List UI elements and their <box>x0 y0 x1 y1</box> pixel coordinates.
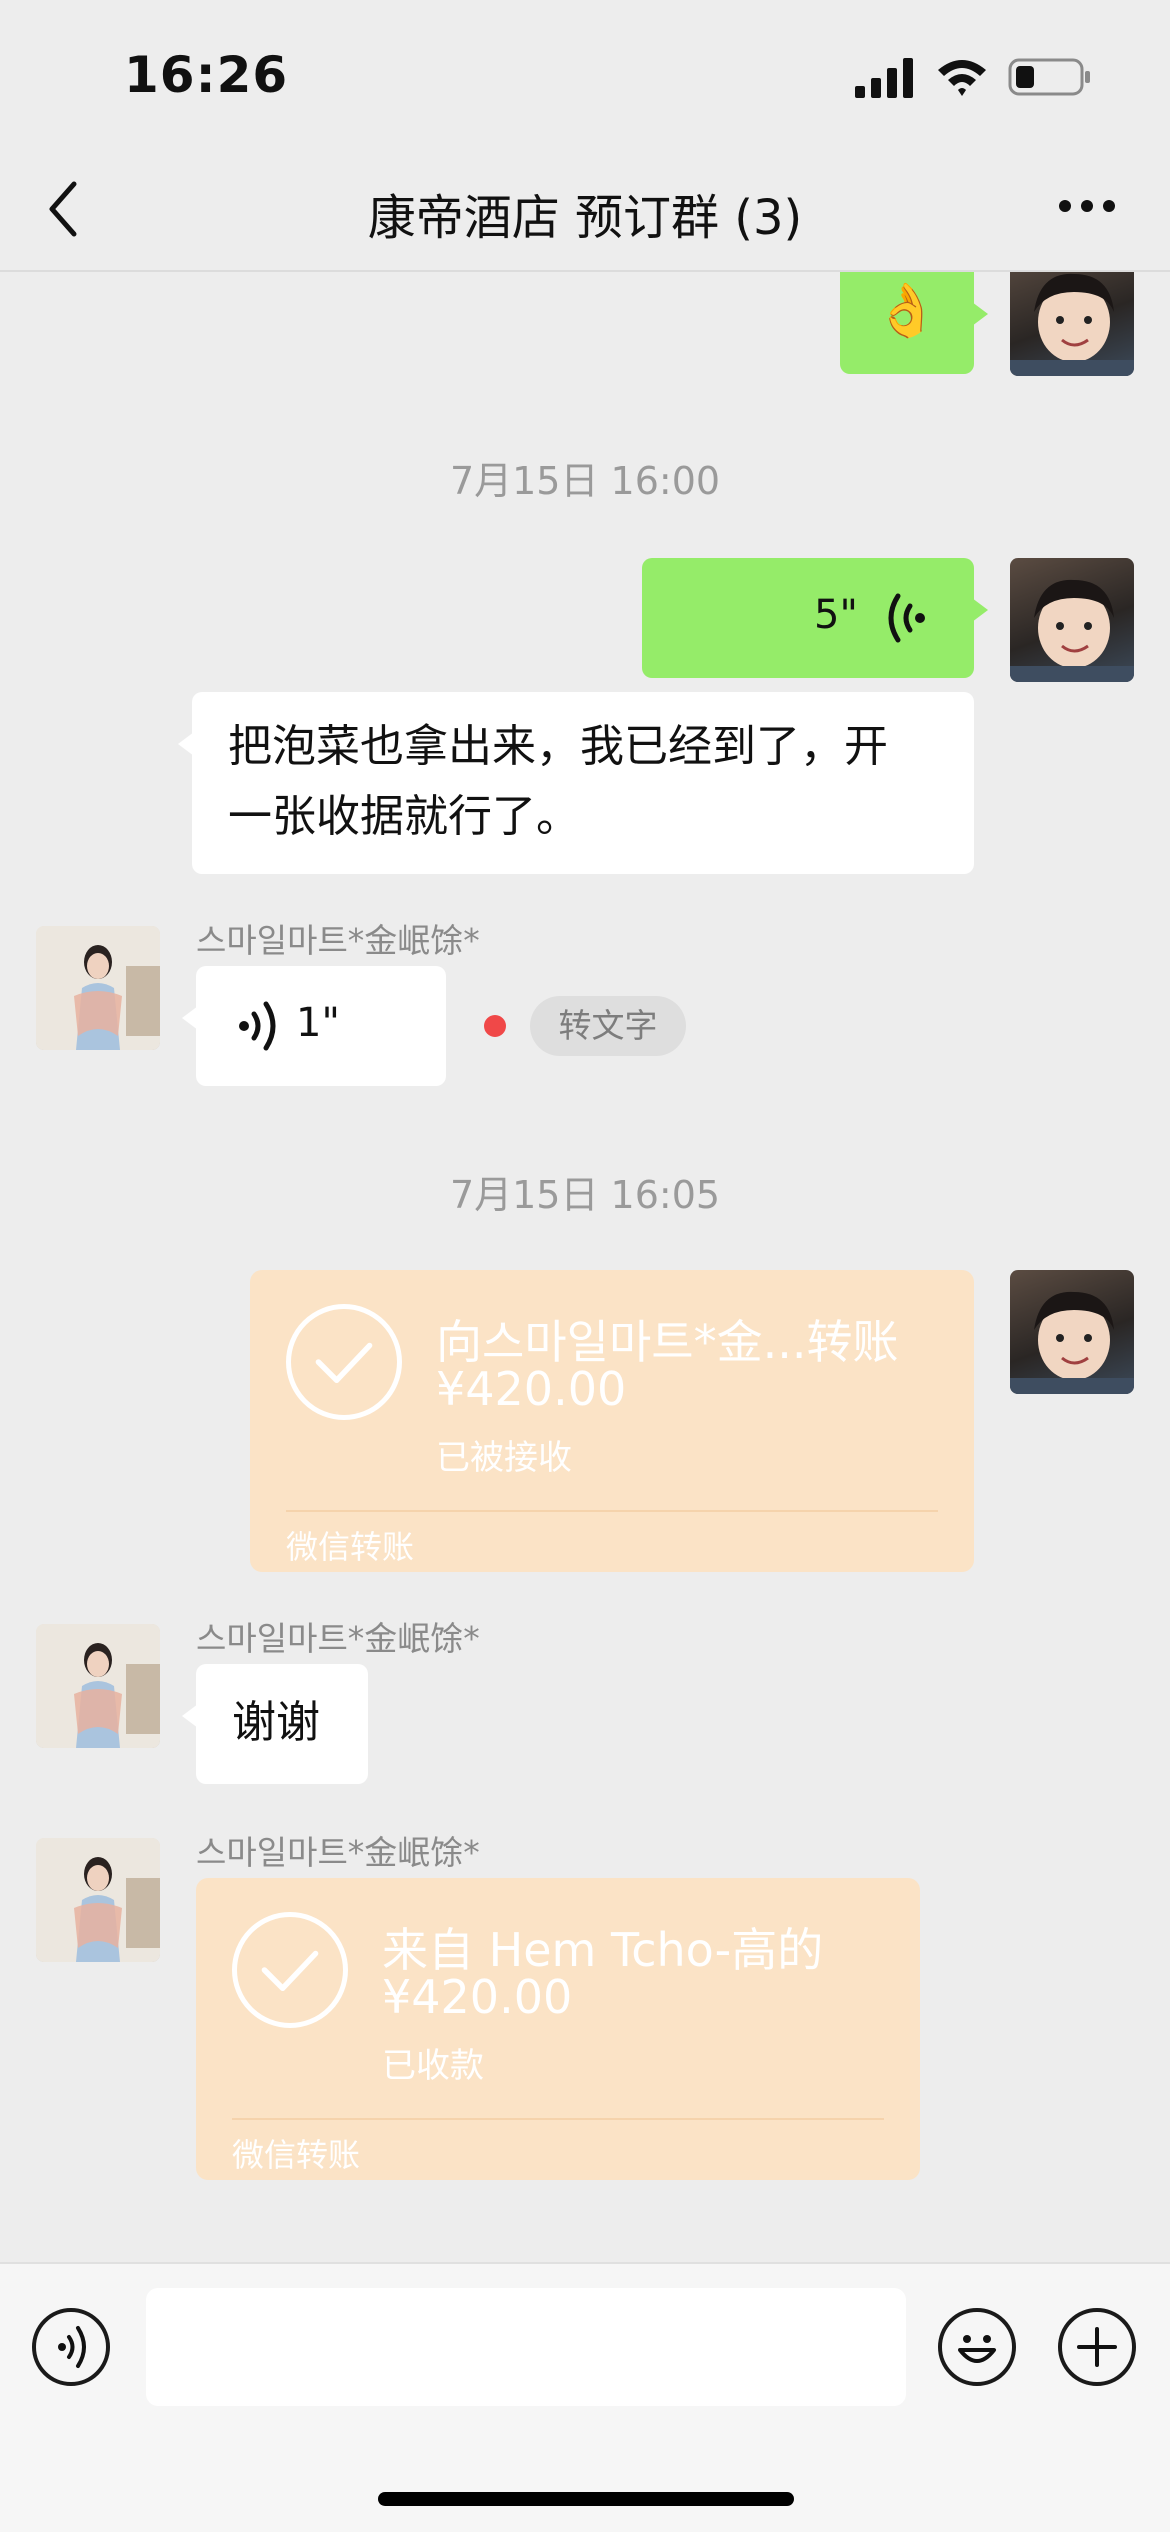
transfer-amount: ¥420.00 <box>436 1362 627 1416</box>
convert-to-text-button[interactable]: 转文字 <box>530 996 686 1056</box>
voice-wave-icon <box>58 2326 86 2368</box>
transfer-divider <box>232 2118 884 2120</box>
woman-photo-icon <box>36 1624 160 1748</box>
ok-hand-emoji: 👌 <box>874 281 939 341</box>
transfer-footer: 微信转账 <box>286 1528 415 1566</box>
voice-message-bubble[interactable]: 1" <box>182 966 446 1086</box>
woman-photo-icon <box>36 926 160 1050</box>
message-text: 把泡菜也拿出来，我已经到了，开一张收据就行了。 <box>228 721 888 842</box>
transfer-sent-card[interactable]: 向스마일마트*金...转账 ¥420.00 已被接收 微信转账 <box>250 1270 974 1572</box>
chat-header: 康帝酒店 预订群 (3) <box>0 150 1170 272</box>
transfer-received-card[interactable]: 来自 Hem Tcho-高的 ¥420.00 已收款 微信转账 <box>196 1878 920 2180</box>
battery-icon <box>1008 58 1090 96</box>
sender-name: 스마일마트*金岷馀* <box>196 921 480 960</box>
smiley-icon <box>958 2335 996 2363</box>
status-bar: 16:26 <box>0 0 1170 150</box>
message-input[interactable] <box>146 2288 906 2406</box>
contact-avatar[interactable] <box>36 1624 160 1748</box>
check-circle-icon <box>232 1912 348 2028</box>
message-list[interactable]: 👌 7月15日 16:00 5" 把泡菜也拿出来，我已经到了，开一张收据就行了。… <box>0 272 1170 2262</box>
wifi-icon <box>938 60 986 96</box>
my-avatar[interactable] <box>1010 1270 1134 1394</box>
contact-avatar[interactable] <box>36 1838 160 1962</box>
more-functions-button[interactable] <box>1058 2308 1136 2386</box>
woman-photo-icon <box>36 1838 160 1962</box>
emoji-button[interactable] <box>938 2308 1016 2386</box>
sender-name: 스마일마트*金岷馀* <box>196 1833 480 1872</box>
voice-wave-icon <box>888 593 925 643</box>
transfer-status: 已收款 <box>382 2046 484 2086</box>
sender-name: 스마일마트*金岷馀* <box>196 1619 480 1658</box>
cellular-signal-icon <box>855 58 913 98</box>
voice-wave-icon <box>239 1001 276 1051</box>
my-avatar[interactable] <box>1010 558 1134 682</box>
text-message-bubble[interactable]: 谢谢 <box>182 1664 368 1784</box>
voice-message-bubble[interactable]: 5" <box>642 558 988 678</box>
voice-duration: 5" <box>814 592 858 638</box>
more-options-icon[interactable] <box>1055 186 1119 226</box>
voice-duration: 1" <box>296 1000 340 1046</box>
child-photo-icon <box>1010 579 1134 682</box>
contact-avatar[interactable] <box>36 926 160 1050</box>
home-indicator[interactable] <box>378 2492 794 2506</box>
child-photo-icon <box>1010 273 1134 376</box>
emoji-message-bubble[interactable]: 👌 <box>840 272 988 374</box>
plus-icon <box>1077 2327 1117 2367</box>
message-text: 谢谢 <box>232 1697 320 1748</box>
unread-dot <box>484 1015 506 1037</box>
text-message-bubble[interactable]: 把泡菜也拿出来，我已经到了，开一张收据就行了。 <box>178 692 974 874</box>
transfer-divider <box>286 1510 938 1512</box>
timestamp: 7月15日 16:05 <box>449 1173 721 1217</box>
status-time: 16:26 <box>124 46 289 104</box>
chat-title: 康帝酒店 预订群 (3) <box>367 190 803 246</box>
my-avatar[interactable] <box>1010 272 1134 376</box>
transfer-status: 已被接收 <box>436 1438 572 1478</box>
voice-input-button[interactable] <box>32 2308 110 2386</box>
child-photo-icon <box>1010 1291 1134 1394</box>
transfer-amount: ¥420.00 <box>382 1970 573 2024</box>
transfer-footer: 微信转账 <box>232 2136 361 2174</box>
check-circle-icon <box>286 1304 402 1420</box>
timestamp: 7月15日 16:00 <box>449 459 721 503</box>
